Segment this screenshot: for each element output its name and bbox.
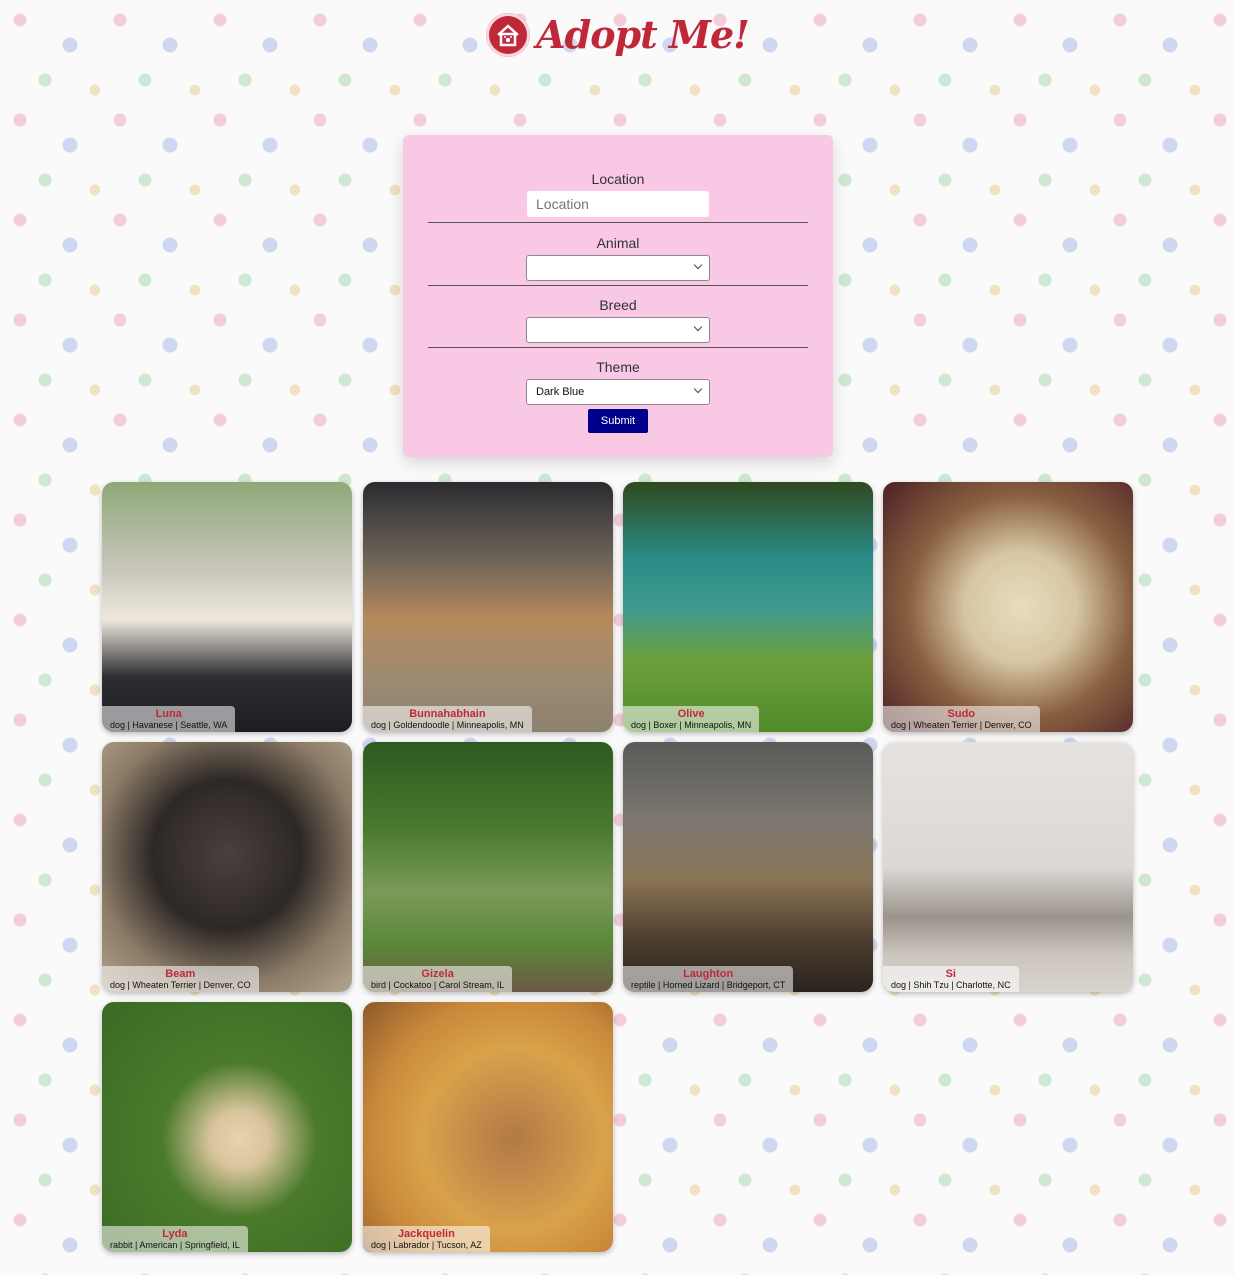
pet-photo <box>102 1002 352 1252</box>
pet-card[interactable]: Luna dog | Havanese | Seattle, WA <box>102 482 352 732</box>
pet-info: Beam dog | Wheaten Terrier | Denver, CO <box>102 966 259 992</box>
pet-info: Sudo dog | Wheaten Terrier | Denver, CO <box>883 706 1040 732</box>
location-input[interactable] <box>527 191 709 217</box>
pet-info: Bunnahabhain dog | Goldendoodle | Minnea… <box>363 706 532 732</box>
pet-info: Olive dog | Boxer | Minneapolis, MN <box>623 706 760 732</box>
pet-photo <box>363 1002 613 1252</box>
pet-card[interactable]: Laughton reptile | Horned Lizard | Bridg… <box>623 742 873 992</box>
breed-field: Breed <box>428 297 808 343</box>
chevron-down-icon <box>693 322 703 332</box>
theme-select-value: Dark Blue <box>536 386 585 398</box>
pet-info: Lyda rabbit | American | Springfield, IL <box>102 1226 248 1252</box>
breed-select[interactable] <box>526 317 710 343</box>
animal-label: Animal <box>596 235 640 251</box>
location-label: Location <box>591 171 645 187</box>
pet-name: Gizela <box>421 968 454 980</box>
pet-card[interactable]: Olive dog | Boxer | Minneapolis, MN <box>623 482 873 732</box>
pet-name: Olive <box>677 708 705 720</box>
divider <box>428 285 808 286</box>
submit-button[interactable]: Submit <box>588 409 648 433</box>
pet-name: Luna <box>155 708 182 720</box>
pet-description: dog | Wheaten Terrier | Denver, CO <box>110 980 251 990</box>
pet-info: Si dog | Shih Tzu | Charlotte, NC <box>883 966 1019 992</box>
pet-card[interactable]: Bunnahabhain dog | Goldendoodle | Minnea… <box>363 482 613 732</box>
pet-description: dog | Wheaten Terrier | Denver, CO <box>891 720 1032 730</box>
pet-name: Beam <box>165 968 196 980</box>
logo[interactable]: Adopt Me! <box>486 12 750 57</box>
theme-label: Theme <box>596 359 640 375</box>
pet-photo <box>102 742 352 992</box>
pet-description: rabbit | American | Springfield, IL <box>110 1240 240 1250</box>
animal-select[interactable] <box>526 255 710 281</box>
pet-info: Jackquelin dog | Labrador | Tucson, AZ <box>363 1226 490 1252</box>
pet-description: dog | Goldendoodle | Minneapolis, MN <box>371 720 524 730</box>
pet-card[interactable]: Si dog | Shih Tzu | Charlotte, NC <box>883 742 1133 992</box>
header: Adopt Me! <box>0 12 1235 57</box>
divider <box>428 222 808 223</box>
pet-name: Laughton <box>683 968 734 980</box>
pet-photo <box>883 742 1133 992</box>
pet-info: Gizela bird | Cockatoo | Carol Stream, I… <box>363 966 513 992</box>
pet-photo <box>883 482 1133 732</box>
pet-card[interactable]: Sudo dog | Wheaten Terrier | Denver, CO <box>883 482 1133 732</box>
chevron-down-icon <box>693 260 703 270</box>
pet-photo <box>623 742 873 992</box>
pet-photo <box>623 482 873 732</box>
pet-photo <box>102 482 352 732</box>
theme-field: Theme Dark Blue <box>428 359 808 405</box>
pet-card[interactable]: Jackquelin dog | Labrador | Tucson, AZ <box>363 1002 613 1252</box>
pet-name: Lyda <box>162 1228 188 1240</box>
pet-name: Bunnahabhain <box>409 708 486 720</box>
breed-label: Breed <box>599 297 637 313</box>
pet-card[interactable]: Beam dog | Wheaten Terrier | Denver, CO <box>102 742 352 992</box>
house-paw-icon <box>486 12 531 57</box>
pet-description: dog | Labrador | Tucson, AZ <box>371 1240 482 1250</box>
pet-card[interactable]: Gizela bird | Cockatoo | Carol Stream, I… <box>363 742 613 992</box>
pet-name: Sudo <box>947 708 976 720</box>
pet-description: dog | Havanese | Seattle, WA <box>110 720 228 730</box>
animal-field: Animal <box>428 235 808 281</box>
pet-card[interactable]: Lyda rabbit | American | Springfield, IL <box>102 1002 352 1252</box>
logo-text: Adopt Me! <box>536 12 750 57</box>
pet-description: reptile | Horned Lizard | Bridgeport, CT <box>631 980 786 990</box>
pet-name: Si <box>945 968 956 980</box>
pet-name: Jackquelin <box>397 1228 455 1240</box>
pet-description: dog | Boxer | Minneapolis, MN <box>631 720 752 730</box>
pet-info: Laughton reptile | Horned Lizard | Bridg… <box>623 966 794 992</box>
pet-description: bird | Cockatoo | Carol Stream, IL <box>371 980 505 990</box>
theme-select[interactable]: Dark Blue <box>526 379 710 405</box>
location-field: Location <box>428 171 808 217</box>
pet-description: dog | Shih Tzu | Charlotte, NC <box>891 980 1011 990</box>
pet-info: Luna dog | Havanese | Seattle, WA <box>102 706 236 732</box>
pet-photo <box>363 742 613 992</box>
search-form: Location Animal Breed Theme Dark Blue Su… <box>403 135 833 457</box>
pet-photo <box>363 482 613 732</box>
chevron-down-icon <box>693 384 703 394</box>
divider <box>428 347 808 348</box>
